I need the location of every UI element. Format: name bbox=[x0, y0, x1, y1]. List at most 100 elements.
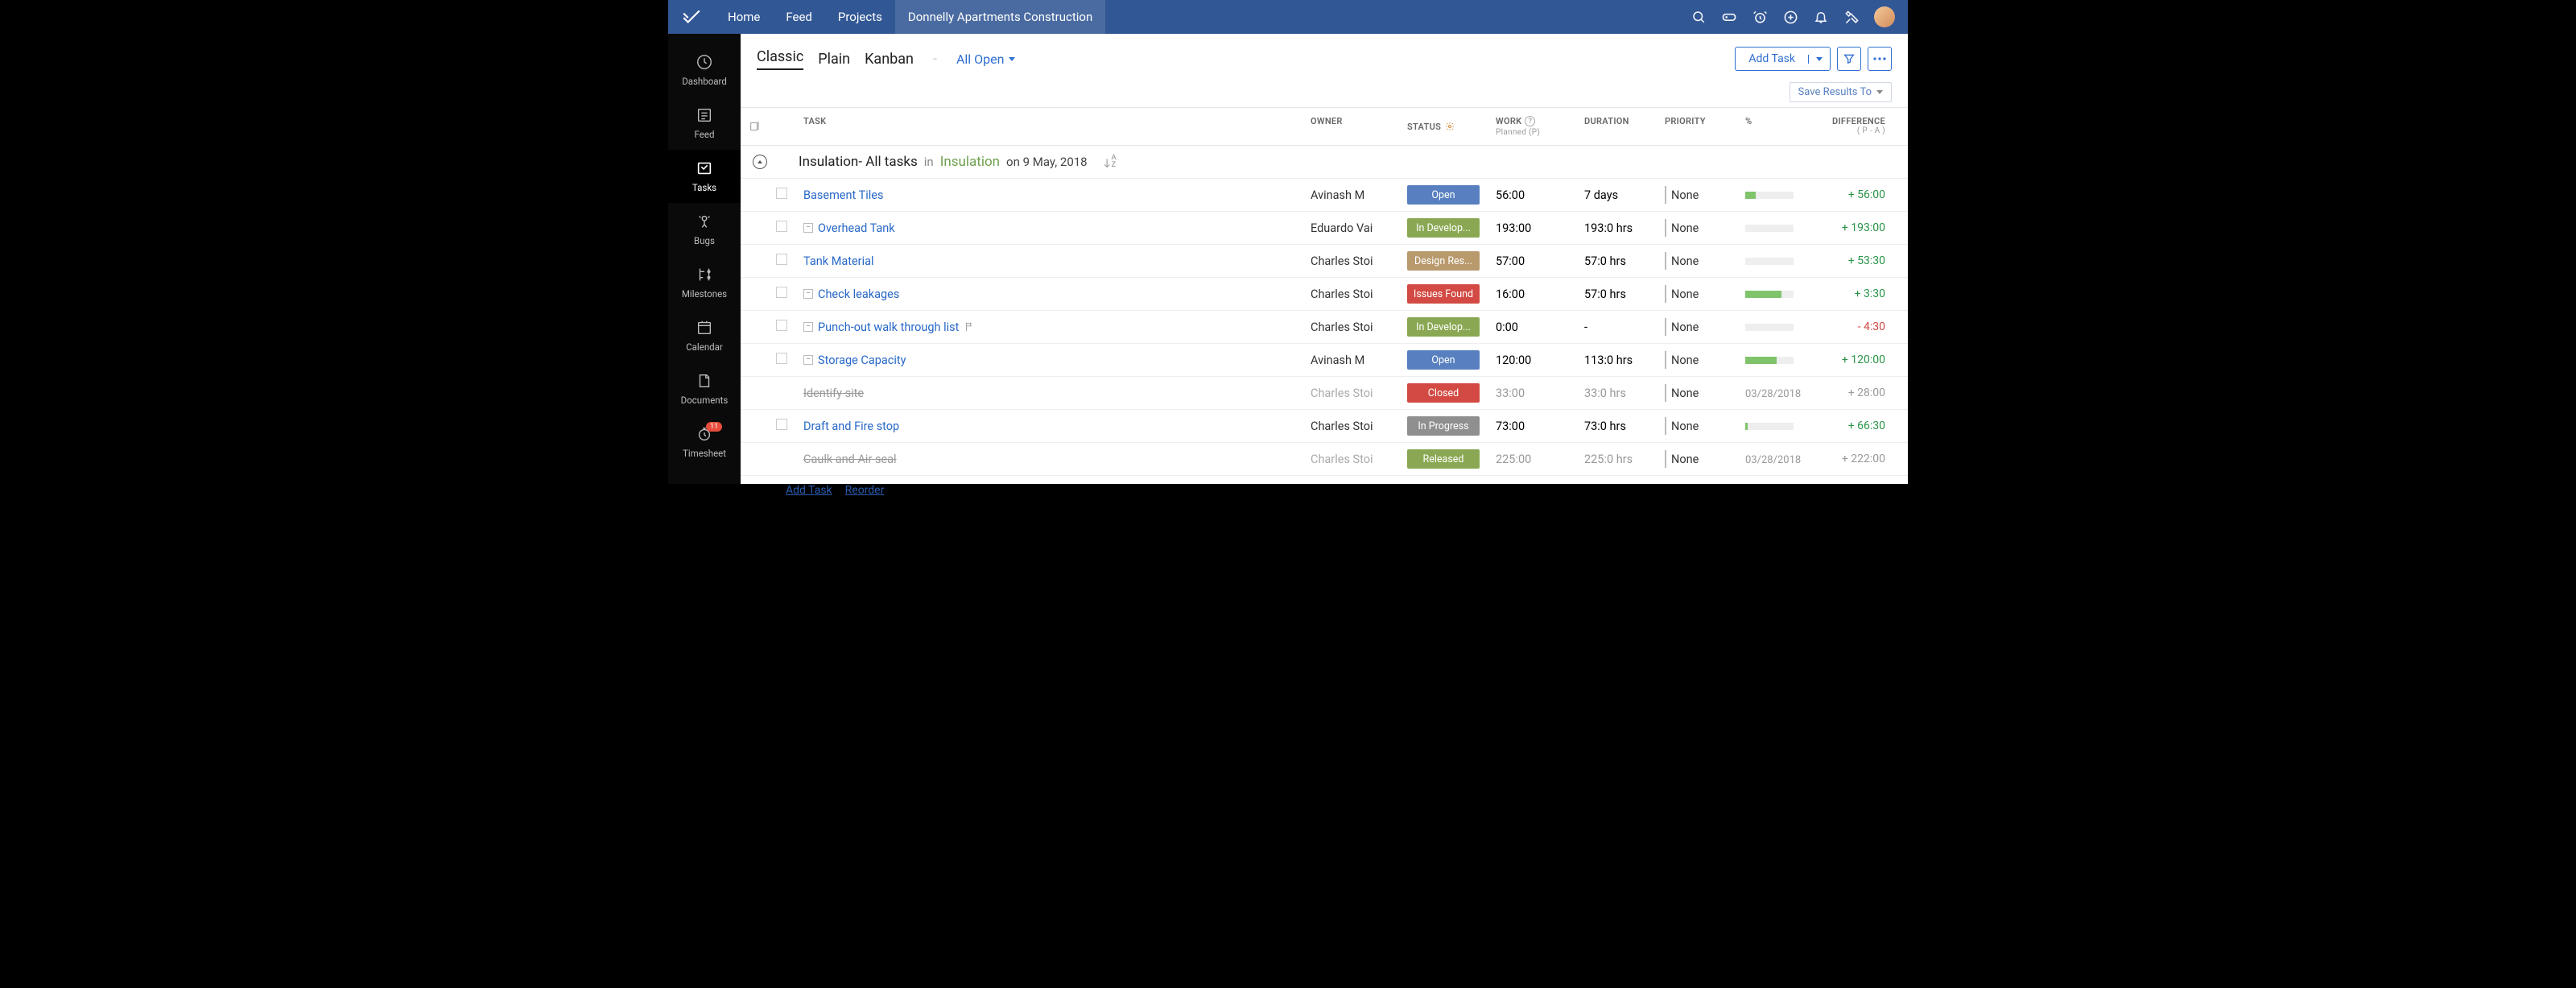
group-link[interactable]: Insulation bbox=[940, 154, 1000, 170]
task-row: Basement TilesAvinash MOpen56:007 daysNo… bbox=[741, 179, 1908, 212]
col-owner[interactable]: OWNER bbox=[1304, 108, 1401, 145]
status-badge[interactable]: Design Res... bbox=[1407, 251, 1480, 271]
badge: 11 bbox=[706, 422, 722, 432]
task-name[interactable]: Tank Material bbox=[803, 254, 874, 268]
add-task-caret[interactable] bbox=[1808, 55, 1830, 64]
col-status[interactable]: STATUS bbox=[1401, 108, 1489, 145]
sidebar-item-documents[interactable]: Documents bbox=[668, 362, 741, 415]
owner: Charles Stoi bbox=[1304, 248, 1401, 275]
filter-button[interactable] bbox=[1837, 47, 1861, 71]
pct bbox=[1739, 314, 1819, 341]
row-checkbox[interactable] bbox=[776, 221, 787, 232]
row-checkbox[interactable] bbox=[776, 419, 787, 430]
gamepad-icon[interactable] bbox=[1721, 9, 1737, 25]
task-name[interactable]: Draft and Fire stop bbox=[803, 420, 899, 433]
priority[interactable]: None bbox=[1665, 450, 1732, 468]
expand-icon[interactable]: − bbox=[803, 289, 813, 299]
task-name[interactable]: Identify site bbox=[803, 387, 864, 400]
priority[interactable]: None bbox=[1665, 384, 1732, 402]
col-diff[interactable]: DIFFERENCE ( P - A ) bbox=[1819, 108, 1908, 145]
status-badge[interactable]: Closed bbox=[1407, 383, 1480, 403]
pct: 03/28/2018 bbox=[1739, 380, 1819, 407]
sidebar-item-milestones[interactable]: Milestones bbox=[668, 256, 741, 309]
view-tab-classic[interactable]: Classic bbox=[757, 48, 803, 70]
view-tab-kanban[interactable]: Kanban bbox=[865, 51, 914, 68]
status-badge[interactable]: Released bbox=[1407, 449, 1480, 469]
status-badge[interactable]: In Develop... bbox=[1407, 218, 1480, 238]
priority[interactable]: None bbox=[1665, 186, 1732, 204]
sidebar-item-dashboard[interactable]: Dashboard bbox=[668, 43, 741, 97]
status-badge[interactable]: Open bbox=[1407, 185, 1480, 205]
duration: 193:0 hrs bbox=[1578, 215, 1658, 242]
add-task-button[interactable]: Add Task bbox=[1735, 47, 1831, 71]
owner: Charles Stoi bbox=[1304, 281, 1401, 308]
duration: 57:0 hrs bbox=[1578, 248, 1658, 275]
bell-icon[interactable] bbox=[1813, 9, 1829, 25]
more-button[interactable] bbox=[1868, 47, 1892, 71]
work: 57:00 bbox=[1489, 248, 1578, 275]
duration: - bbox=[1578, 314, 1658, 341]
col-pct[interactable]: % bbox=[1739, 108, 1819, 145]
priority[interactable]: None bbox=[1665, 219, 1732, 237]
collapse-group-icon[interactable] bbox=[753, 155, 767, 169]
task-name[interactable]: Basement Tiles bbox=[803, 188, 883, 202]
priority[interactable]: None bbox=[1665, 318, 1732, 336]
task-name[interactable]: Check leakages bbox=[818, 287, 899, 301]
nav-home[interactable]: Home bbox=[715, 0, 773, 34]
expand-icon[interactable]: − bbox=[803, 223, 813, 233]
task-name[interactable]: Punch-out walk through list bbox=[818, 320, 959, 334]
priority[interactable]: None bbox=[1665, 351, 1732, 369]
view-filter[interactable]: All Open bbox=[956, 52, 1016, 67]
sidebar-item-tasks[interactable]: Tasks bbox=[668, 150, 741, 203]
plus-icon[interactable] bbox=[1782, 9, 1798, 25]
sidebar-item-feed[interactable]: Feed bbox=[668, 97, 741, 150]
expand-icon[interactable]: − bbox=[803, 322, 813, 332]
status-badge[interactable]: Open bbox=[1407, 350, 1480, 370]
view-bar: ClassicPlainKanban-All Open Add Task bbox=[741, 34, 1908, 82]
nav-project[interactable]: Donnelly Apartments Construction bbox=[895, 0, 1105, 34]
priority[interactable]: None bbox=[1665, 252, 1732, 270]
status-badge[interactable]: Issues Found bbox=[1407, 284, 1480, 304]
alarm-icon[interactable] bbox=[1752, 9, 1768, 25]
col-priority[interactable]: PRIORITY bbox=[1658, 108, 1739, 145]
nav-feed[interactable]: Feed bbox=[773, 0, 825, 34]
row-checkbox[interactable] bbox=[776, 254, 787, 265]
add-task-link[interactable]: Add Task bbox=[786, 484, 832, 497]
avatar[interactable] bbox=[1874, 6, 1895, 27]
reorder-link[interactable]: Reorder bbox=[845, 484, 885, 497]
nav-projects[interactable]: Projects bbox=[825, 0, 895, 34]
row-checkbox[interactable] bbox=[776, 188, 787, 199]
task-name[interactable]: Overhead Tank bbox=[818, 221, 895, 235]
sidebar-item-timesheet[interactable]: Timesheet11 bbox=[668, 415, 741, 469]
status-badge[interactable]: In Develop... bbox=[1407, 317, 1480, 337]
search-icon[interactable] bbox=[1690, 9, 1707, 25]
sidebar: DashboardFeedTasksBugsMilestonesCalendar… bbox=[668, 34, 741, 484]
row-checkbox[interactable] bbox=[776, 320, 787, 331]
gear-icon[interactable] bbox=[1445, 122, 1455, 131]
task-name[interactable]: Caulk and Air seal bbox=[803, 453, 897, 466]
save-results-button[interactable]: Save Results To bbox=[1790, 82, 1892, 102]
tools-icon[interactable] bbox=[1843, 9, 1860, 25]
top-nav: HomeFeedProjectsDonnelly Apartments Cons… bbox=[715, 0, 1105, 34]
help-icon[interactable]: ? bbox=[1525, 116, 1535, 126]
row-checkbox[interactable] bbox=[776, 287, 787, 298]
col-work[interactable]: WORK? Planned (P) bbox=[1489, 108, 1578, 145]
duration: 33:0 hrs bbox=[1578, 380, 1658, 407]
task-name[interactable]: Storage Capacity bbox=[818, 353, 906, 367]
sidebar-item-calendar[interactable]: Calendar bbox=[668, 309, 741, 362]
col-duration[interactable]: DURATION bbox=[1578, 108, 1658, 145]
app-logo[interactable] bbox=[668, 6, 715, 27]
expand-all-icon[interactable] bbox=[741, 108, 770, 145]
sort-icon[interactable]: ↓AZ bbox=[1104, 155, 1117, 169]
priority[interactable]: None bbox=[1665, 417, 1732, 435]
row-checkbox[interactable] bbox=[776, 353, 787, 364]
status-badge[interactable]: In Progress bbox=[1407, 416, 1480, 436]
view-tab-plain[interactable]: Plain bbox=[818, 51, 850, 68]
priority[interactable]: None bbox=[1665, 285, 1732, 303]
calendar-icon bbox=[696, 319, 713, 337]
chevron-down-icon bbox=[1876, 90, 1883, 94]
col-task[interactable]: TASK bbox=[797, 108, 1304, 145]
expand-icon[interactable]: − bbox=[803, 355, 813, 365]
difference: - 4:30 bbox=[1819, 314, 1908, 340]
sidebar-item-bugs[interactable]: Bugs bbox=[668, 203, 741, 256]
